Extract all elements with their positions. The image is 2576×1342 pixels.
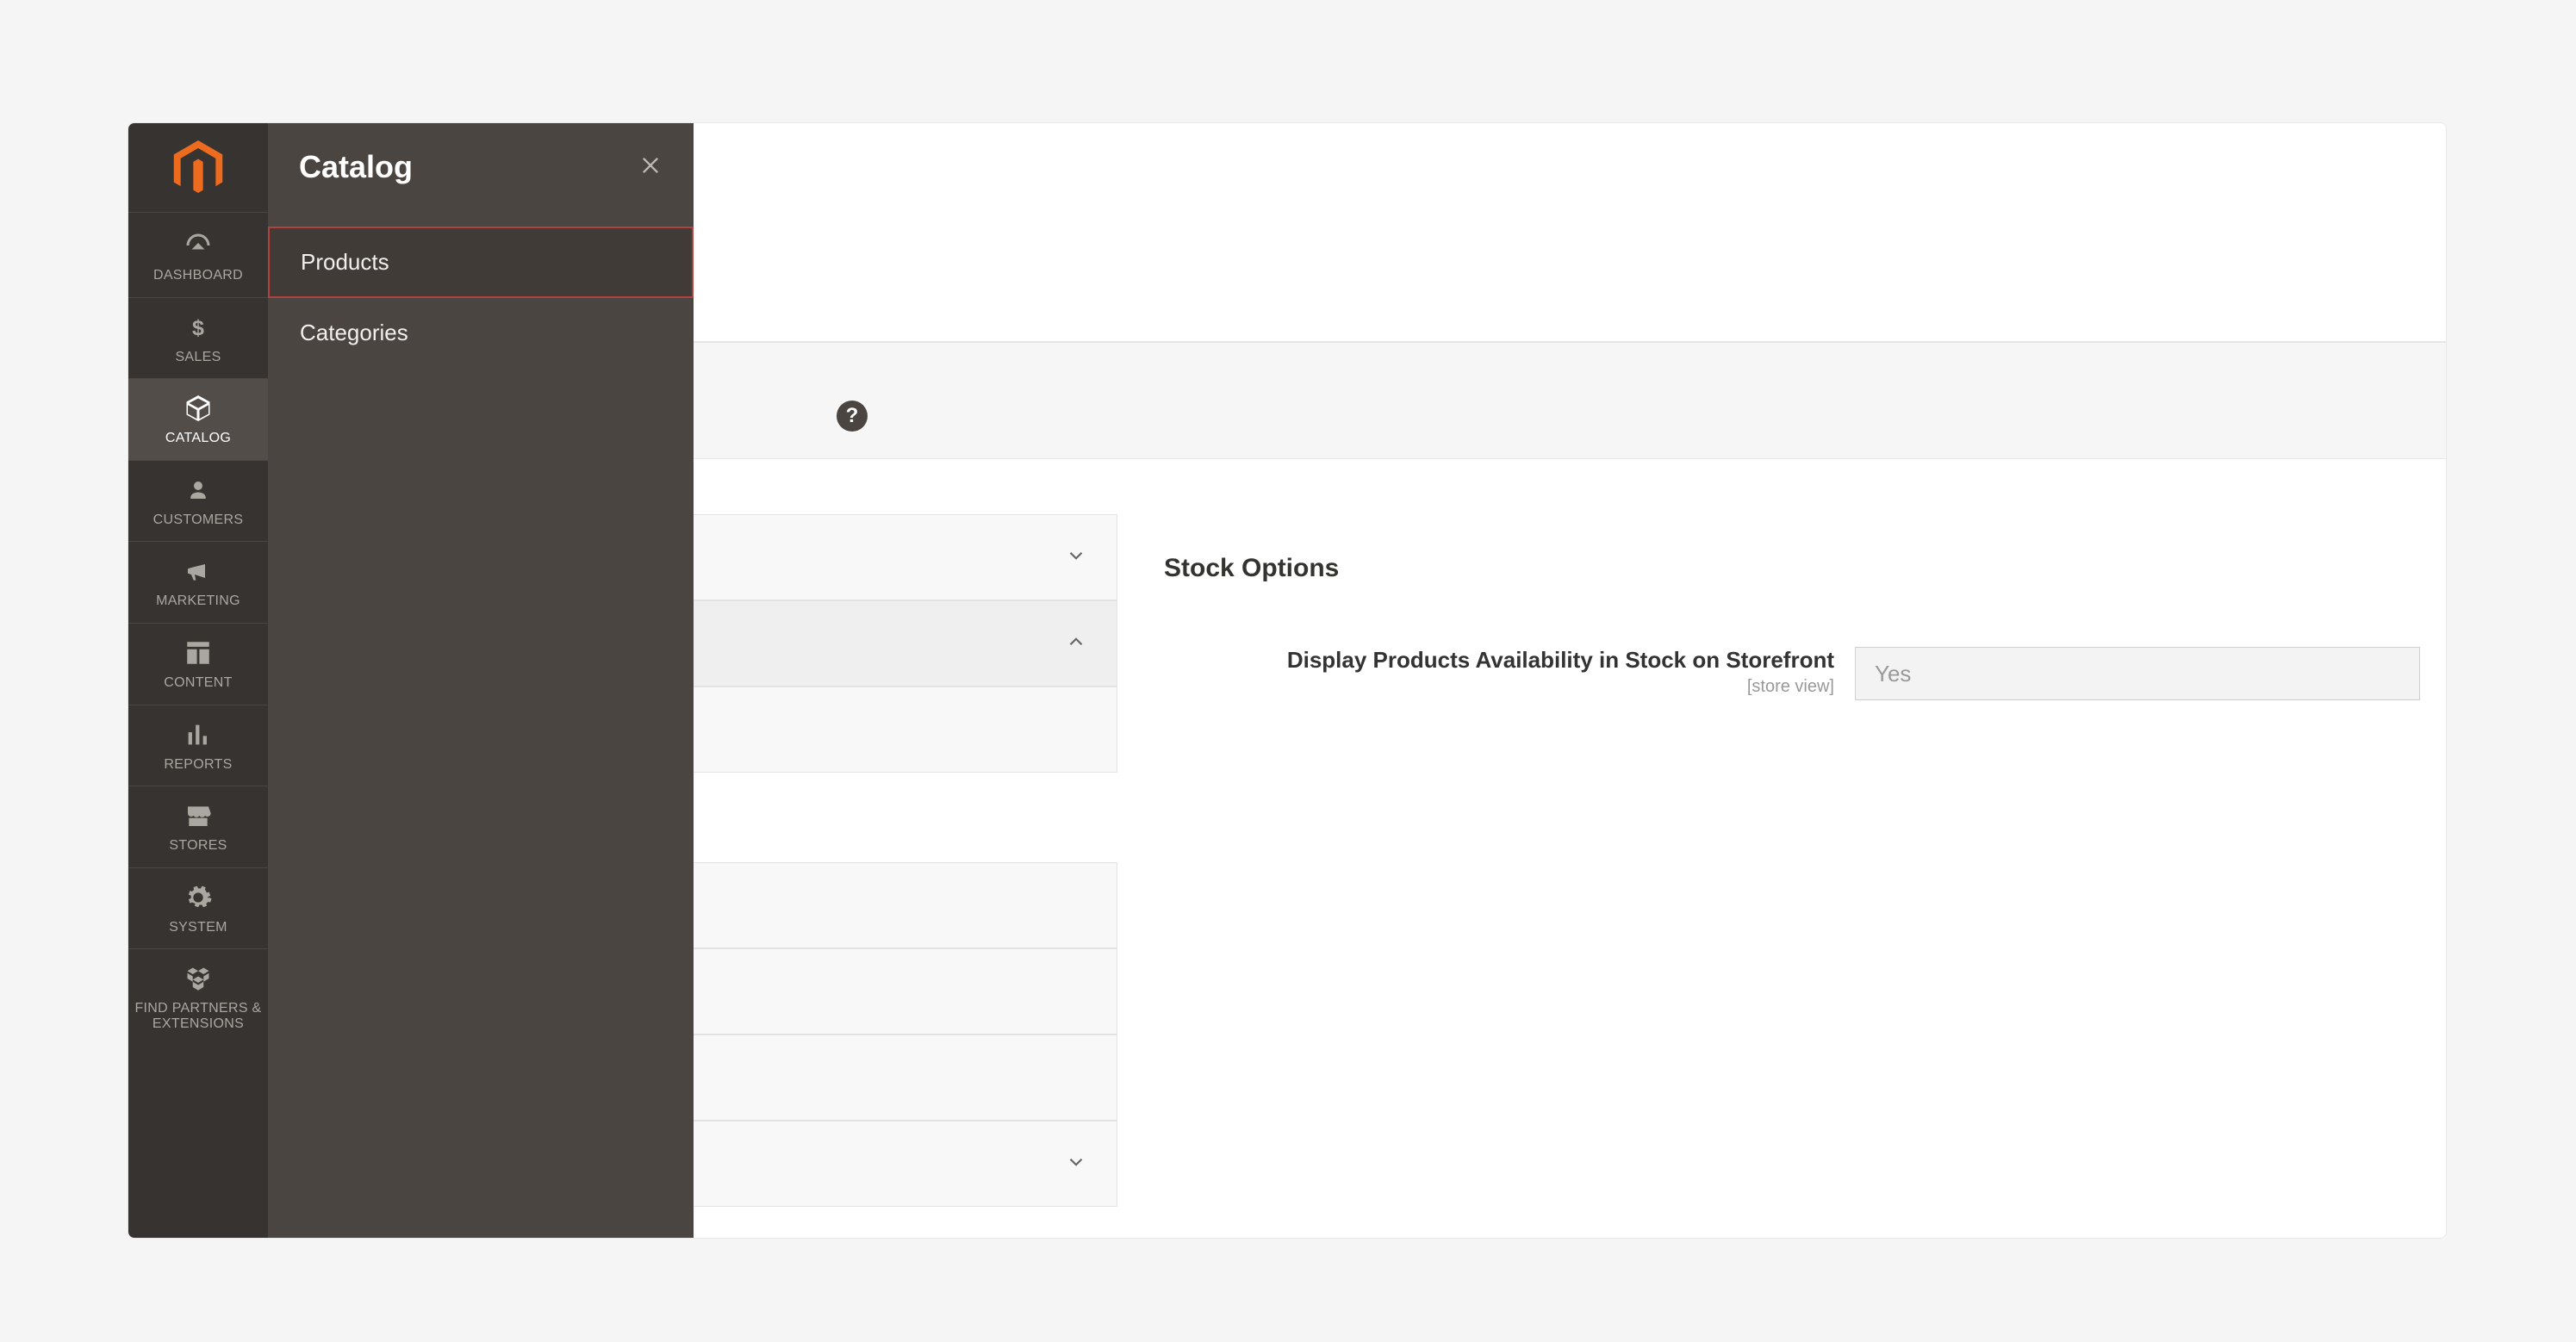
- field-label: Display Products Availability in Stock o…: [1287, 647, 1834, 674]
- section-title: Stock Options: [1164, 554, 1339, 583]
- sidebar-item-label: FIND PARTNERS & EXTENSIONS: [128, 1001, 268, 1031]
- config-field-row: Display Products Availability in Stock o…: [1164, 647, 2420, 700]
- sidebar-item-label: DASHBOARD: [148, 268, 248, 283]
- catalog-flyout: Catalog ProductsCategories: [268, 123, 694, 1238]
- flyout-header: Catalog: [268, 123, 694, 227]
- sidebar-item-label: CATALOG: [160, 431, 236, 446]
- sidebar-item-label: SYSTEM: [164, 920, 233, 935]
- help-icon[interactable]: ?: [837, 401, 868, 432]
- sidebar-item-catalog[interactable]: CATALOG: [128, 379, 268, 461]
- sidebar-item-partners[interactable]: FIND PARTNERS & EXTENSIONS: [128, 949, 268, 1045]
- sidebar-item-label: REPORTS: [159, 757, 237, 773]
- flyout-item-categories[interactable]: Categories: [268, 298, 694, 368]
- megaphone-icon: [181, 554, 215, 588]
- person-icon: [181, 473, 215, 507]
- sidebar-item-label: CUSTOMERS: [148, 513, 249, 528]
- chevron-down-icon: [1065, 544, 1087, 571]
- layout-icon: [181, 636, 215, 670]
- cubes-icon: [181, 961, 215, 996]
- sidebar-item-label: CONTENT: [159, 675, 237, 691]
- sidebar-item-reports[interactable]: REPORTS: [128, 705, 268, 787]
- sidebar-item-label: MARKETING: [151, 593, 246, 609]
- sidebar-rail: DASHBOARD $ SALES CATALOG CUSTOMERS MARKETING…: [128, 123, 268, 1238]
- gear-icon: [181, 880, 215, 915]
- sidebar-item-label: SALES: [170, 350, 226, 365]
- sidebar-item-customers[interactable]: CUSTOMERS: [128, 461, 268, 543]
- storefront-icon: [181, 798, 215, 833]
- sidebar-item-system[interactable]: SYSTEM: [128, 868, 268, 950]
- app-window: ? Stock Options: [128, 122, 2447, 1239]
- bars-icon: [181, 718, 215, 752]
- flyout-title: Catalog: [299, 149, 413, 185]
- sidebar-item-label: STORES: [164, 838, 232, 854]
- field-label-wrap: Display Products Availability in Stock o…: [1164, 647, 1834, 697]
- svg-text:$: $: [192, 315, 204, 339]
- field-scope: [store view]: [1747, 677, 1834, 697]
- box-icon: [181, 391, 215, 426]
- magento-logo[interactable]: [128, 123, 268, 213]
- dashboard-icon: [181, 228, 215, 263]
- sidebar-item-sales[interactable]: $ SALES: [128, 298, 268, 380]
- chevron-down-icon: [1065, 1151, 1087, 1177]
- flyout-item-products[interactable]: Products: [268, 227, 694, 298]
- sidebar-item-stores[interactable]: STORES: [128, 786, 268, 868]
- chevron-up-icon: [1065, 631, 1087, 657]
- sidebar-item-content[interactable]: CONTENT: [128, 624, 268, 705]
- sidebar-item-dashboard[interactable]: DASHBOARD: [128, 216, 268, 298]
- dollar-icon: $: [181, 310, 215, 345]
- field-select-display-availability[interactable]: Yes: [1855, 647, 2420, 700]
- close-icon[interactable]: [638, 153, 663, 182]
- sidebar-item-marketing[interactable]: MARKETING: [128, 542, 268, 624]
